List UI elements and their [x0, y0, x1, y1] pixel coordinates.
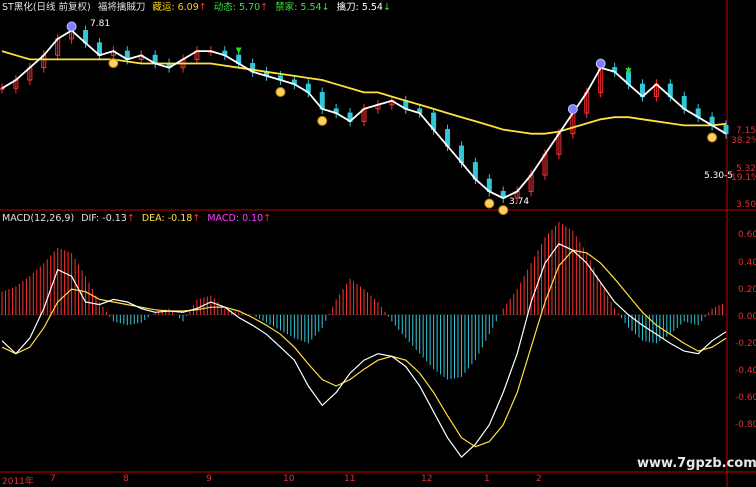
x-label-1: 1 — [484, 474, 490, 484]
legend-item-4: 擒刀: 5.54↓ — [336, 2, 391, 13]
green-arrow-icon — [235, 47, 242, 54]
stock-name: ST黑化(日线 前复权) — [2, 2, 91, 13]
macd-tick-6: -0.40 — [735, 366, 756, 376]
x-label-2: 2 — [536, 474, 542, 484]
macd-tick-3: 0.20 — [738, 285, 756, 295]
dif-line — [1, 243, 727, 459]
low-annotation: 3.74 — [509, 197, 530, 207]
legend-item-3: 禁家: 5.54↓ — [275, 2, 330, 13]
buy-marker — [317, 115, 328, 126]
buy-marker — [707, 132, 718, 143]
sell-marker — [66, 21, 77, 32]
macd-name: MACD(12,26,9) — [2, 213, 75, 224]
indicator-name: 福将擒賊刀 — [97, 2, 146, 13]
x-label-10: 10 — [283, 474, 295, 484]
legend-item-1: 藏运: 6.09↑ — [152, 2, 207, 13]
macd-legend: MACD(12,26,9) DIF: -0.13↑ DEA: -0.18↑ MA… — [2, 212, 275, 226]
buy-marker — [484, 198, 495, 209]
dea-line — [1, 249, 727, 448]
pct-bottom: 19.1% — [731, 173, 756, 183]
sell-marker — [567, 104, 578, 115]
x-label-9: 9 — [206, 474, 212, 484]
macd-panel[interactable] — [0, 221, 727, 459]
legend-item-2: 动态: 5.70↑ — [213, 2, 269, 13]
macd-tick-2: 0.40 — [738, 258, 756, 268]
buy-marker — [275, 87, 286, 98]
price-legend: ST黑化(日线 前复权) 福将擒賊刀 藏运: 6.09↑ 动态: 5.70↑ 禁… — [2, 1, 395, 15]
buy-marker — [498, 205, 509, 216]
price-tick-high: 7.15 — [736, 126, 756, 136]
high-annotation: 7.81 — [90, 19, 111, 29]
sell-marker — [595, 58, 606, 69]
x-label-7: 7 — [50, 474, 56, 484]
x-label-8: 8 — [123, 474, 129, 484]
x-label-11: 11 — [344, 474, 356, 484]
price-panel[interactable] — [0, 21, 729, 216]
macd-readout: MACD: 0.10↑ — [207, 213, 272, 224]
macd-tick-4: 0.00 — [738, 312, 756, 322]
dif-readout: DIF: -0.13↑ — [81, 213, 135, 224]
x-label-2011: 2011年 — [2, 477, 34, 487]
macd-tick-1: 0.60 — [738, 230, 756, 240]
range-annotation: 5.30-5 — [704, 171, 734, 181]
price-tick-low: 3.50 — [736, 200, 756, 210]
dea-readout: DEA: -0.18↑ — [141, 213, 201, 224]
pct-top: 38.2% — [731, 136, 756, 146]
macd-tick-8: -0.80 — [735, 420, 756, 430]
chart-canvas[interactable] — [0, 0, 756, 487]
macd-tick-5: -0.20 — [735, 339, 756, 349]
buy-marker — [108, 58, 119, 69]
watermark: www.7gpzb.com — [637, 456, 756, 471]
chart-frame — [0, 0, 756, 487]
x-label-12: 12 — [421, 474, 433, 484]
macd-tick-7: -0.60 — [735, 393, 756, 403]
